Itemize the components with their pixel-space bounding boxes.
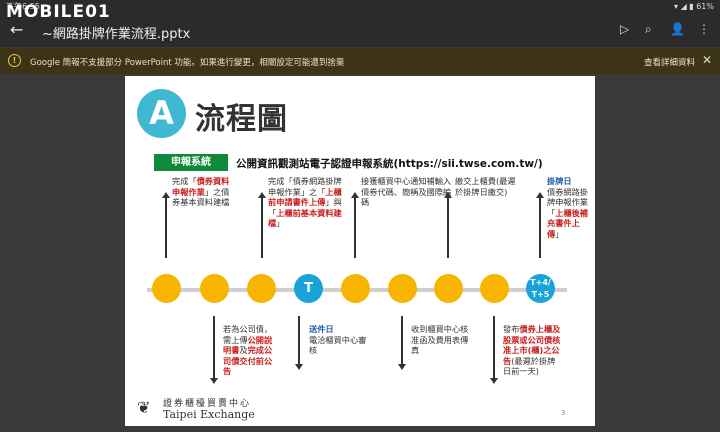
exchange-logo-icon: ❦ bbox=[137, 398, 151, 417]
timeline-node-T: T bbox=[294, 274, 323, 303]
note-step-5: 接獲櫃買中心通知補輸入債券代碼、簡稱及國際編碼 bbox=[361, 176, 452, 207]
timeline-node-T4-T5: T+4/ T+5 bbox=[526, 274, 555, 303]
connector bbox=[351, 192, 359, 258]
search-icon[interactable]: ⌕ bbox=[645, 22, 652, 37]
timeline-node-1 bbox=[152, 274, 181, 303]
note-step-1: 完成「債券資料申報作業」之債券基本資料建檔 bbox=[172, 176, 230, 207]
timeline-node-2 bbox=[200, 274, 229, 303]
timeline-node-8 bbox=[480, 274, 509, 303]
connector bbox=[536, 192, 544, 258]
connector bbox=[162, 192, 170, 258]
note-step-3: 完成「債券網路掛牌申報作業」之「上櫃前申請書件上傳」與「上櫃前基本資料建檔」 bbox=[268, 176, 342, 228]
banner-message: Google 簡報不支援部分 PowerPoint 功能。如果進行變更，相關設定… bbox=[30, 58, 345, 68]
connector bbox=[490, 316, 498, 384]
compatibility-banner: ! Google 簡報不支援部分 PowerPoint 功能。如果進行變更，相關… bbox=[0, 48, 720, 74]
system-label: 申報系統 bbox=[154, 154, 228, 171]
connector bbox=[210, 316, 218, 384]
status-icons: ▾ ◢ ▮ 61% bbox=[674, 2, 714, 11]
connector bbox=[258, 192, 266, 258]
note-step-7: 繳交上櫃費(最遲於掛牌日繳交) bbox=[455, 176, 516, 197]
note-step-8: 發布債券上櫃及股票或公司債核准上市(櫃)之公告(最遲於掛牌日前一天) bbox=[503, 324, 561, 376]
timeline-node-5 bbox=[341, 274, 370, 303]
play-icon[interactable]: ▷ bbox=[620, 22, 629, 36]
timeline-node-6 bbox=[388, 274, 417, 303]
timeline-node-3 bbox=[247, 274, 276, 303]
timeline-node-7 bbox=[434, 274, 463, 303]
slide-heading: 流程圖 bbox=[195, 102, 288, 137]
note-submission-day: 送件日 電洽櫃買中心審核 bbox=[309, 324, 367, 355]
watermark: MOBILE01 bbox=[6, 2, 111, 22]
connector bbox=[398, 316, 406, 370]
logo-english: Taipei Exchange bbox=[163, 408, 255, 421]
note-step-6: 收到櫃買中心核准函及費用表傳真 bbox=[411, 324, 469, 355]
section-badge: A bbox=[137, 89, 186, 138]
system-description: 公開資訊觀測站電子認證申報系統(https://sii.twse.com.tw/… bbox=[236, 158, 543, 170]
battery-level: 61% bbox=[696, 2, 714, 11]
back-arrow-icon[interactable]: ← bbox=[10, 20, 23, 39]
warning-icon: ! bbox=[8, 54, 21, 67]
note-listing-day: 掛牌日 債券網路掛牌申報作業「上櫃後補充書件上傳」 bbox=[547, 176, 588, 239]
document-title: ~網路掛牌作業流程.pptx bbox=[42, 27, 191, 42]
connector bbox=[295, 316, 303, 370]
page-number: 3 bbox=[561, 409, 566, 417]
note-step-2: 若為公司債，需上傳公開說明書及完成公司債交付前公告 bbox=[223, 324, 273, 376]
connector bbox=[444, 192, 452, 258]
add-person-icon[interactable]: 👤 bbox=[670, 22, 685, 36]
slide-canvas: A 流程圖 申報系統 公開資訊觀測站電子認證申報系統(https://sii.t… bbox=[125, 76, 595, 426]
view-details-link[interactable]: 查看詳細資料 bbox=[644, 56, 695, 68]
more-vert-icon[interactable]: ⋮ bbox=[698, 22, 710, 36]
close-icon[interactable]: ✕ bbox=[702, 53, 712, 67]
